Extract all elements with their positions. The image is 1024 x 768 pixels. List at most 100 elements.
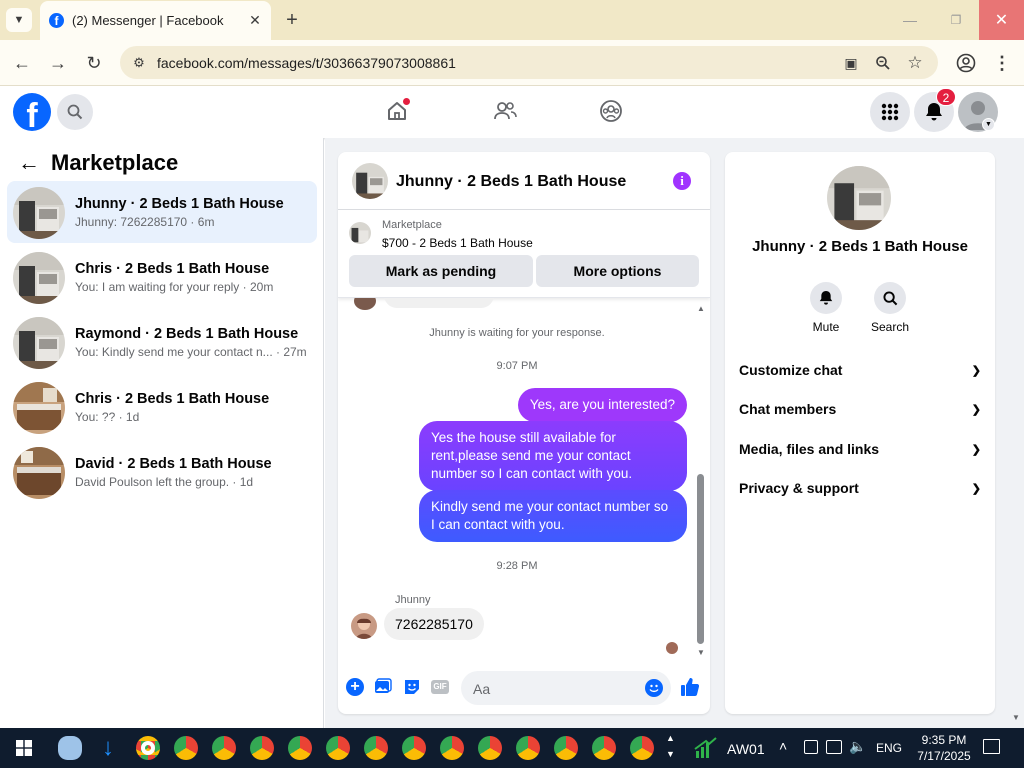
- conversation-name: Raymond · 2 Beds 1 Bath House: [75, 326, 299, 342]
- conversation-item-jhunny[interactable]: Jhunny · 2 Beds 1 Bath House Jhunny: 726…: [7, 181, 317, 243]
- conversation-item-chris-2[interactable]: Chris · 2 Beds 1 Bath House You: ?? · 1d: [7, 376, 317, 438]
- taskbar-scroll-icon[interactable]: ▲ ▼: [666, 730, 675, 762]
- chrome-profile-icon[interactable]: [554, 736, 578, 760]
- mark-as-pending-button[interactable]: Mark as pending: [349, 255, 533, 287]
- back-icon[interactable]: ←: [10, 51, 34, 75]
- chrome-profile-icon[interactable]: [516, 736, 540, 760]
- chrome-profile-icon[interactable]: [402, 736, 426, 760]
- info-icon[interactable]: i: [673, 172, 691, 190]
- network-icon[interactable]: [826, 740, 842, 754]
- chat-avatar[interactable]: [352, 163, 388, 199]
- conversation-name: Chris · 2 Beds 1 Bath House: [75, 261, 270, 277]
- chrome-profile-icon[interactable]: [592, 736, 616, 760]
- language-indicator[interactable]: ENG: [876, 741, 902, 755]
- gif-icon[interactable]: GIF: [431, 680, 449, 694]
- chat-title[interactable]: Jhunny · 2 Beds 1 Bath House: [396, 173, 626, 191]
- sender-avatar[interactable]: [351, 613, 377, 639]
- conversation-item-david[interactable]: David · 2 Beds 1 Bath House David Poulso…: [7, 441, 317, 503]
- minimize-icon[interactable]: —: [896, 8, 924, 32]
- incoming-message[interactable]: 7262285170: [384, 608, 484, 640]
- chrome-profile-icon[interactable]: [288, 736, 312, 760]
- message-list[interactable]: Jhunny is waiting for your response. 9:0…: [338, 298, 710, 660]
- listing-thumb-small[interactable]: [349, 222, 371, 244]
- clock-time[interactable]: 9:35 PM: [912, 733, 976, 747]
- chat-members-section[interactable]: Chat members ❯: [739, 396, 981, 422]
- back-arrow-icon[interactable]: ←: [16, 150, 42, 176]
- paint-app-icon[interactable]: [58, 736, 82, 760]
- start-windows-icon[interactable]: [16, 740, 32, 756]
- outgoing-message[interactable]: Yes, are you interested?: [517, 388, 687, 422]
- volume-icon[interactable]: 🔈: [849, 738, 866, 755]
- tray-chevron-up-icon[interactable]: ˄: [779, 738, 787, 754]
- info-title: Jhunny · 2 Beds 1 Bath House: [752, 238, 968, 255]
- zoom-icon[interactable]: [872, 52, 894, 74]
- privacy-support-section[interactable]: Privacy & support ❯: [739, 475, 981, 501]
- emoji-icon[interactable]: [645, 679, 663, 697]
- conversation-item-chris[interactable]: Chris · 2 Beds 1 Bath House You: I am wa…: [7, 246, 317, 308]
- action-center-icon[interactable]: [983, 739, 1000, 754]
- new-tab-icon[interactable]: +: [280, 8, 304, 32]
- customize-chat-section[interactable]: Customize chat ❯: [739, 357, 981, 383]
- bookmark-star-icon[interactable]: ☆: [904, 52, 926, 74]
- scroll-up-icon[interactable]: ▲: [697, 304, 705, 313]
- conversation-item-raymond[interactable]: Raymond · 2 Beds 1 Bath House You: Kindl…: [7, 311, 317, 373]
- info-avatar[interactable]: [827, 166, 891, 230]
- more-options-button[interactable]: More options: [536, 255, 699, 287]
- restore-icon[interactable]: ❐: [942, 8, 970, 32]
- chrome-profile-icon[interactable]: [326, 736, 350, 760]
- listing-detail[interactable]: $700 - 2 Beds 1 Bath House: [382, 236, 533, 250]
- mute-button[interactable]: Mute: [803, 282, 849, 334]
- account-chevron-icon[interactable]: ▼: [982, 118, 995, 131]
- download-app-icon[interactable]: ↓: [98, 734, 118, 761]
- chrome-profile-icon[interactable]: [630, 736, 654, 760]
- chrome-profile-icon[interactable]: [440, 736, 464, 760]
- groups-icon[interactable]: [598, 98, 624, 124]
- photo-icon[interactable]: [374, 678, 392, 696]
- listing-thumbnail: [13, 187, 65, 239]
- chrome-profile-icon[interactable]: [212, 736, 236, 760]
- outgoing-message[interactable]: Kindly send me your contact number so I …: [419, 490, 687, 542]
- chrome-profile-icon[interactable]: [250, 736, 274, 760]
- omnibox[interactable]: ⚙ facebook.com/messages/t/30366379073008…: [120, 46, 938, 79]
- page-scroll-down-icon[interactable]: ▼: [1012, 713, 1020, 722]
- close-window-icon[interactable]: ✕: [979, 0, 1024, 40]
- chrome-profile-icon[interactable]: [174, 736, 198, 760]
- profile-icon[interactable]: [954, 51, 978, 75]
- reload-icon[interactable]: ↻: [82, 51, 106, 75]
- browser-tab-bar: ▼ f (2) Messenger | Facebook ✕ + — ❐ ✕: [0, 0, 1024, 40]
- outgoing-message[interactable]: Yes the house still available for rent,p…: [419, 421, 687, 491]
- clock-date[interactable]: 7/17/2025: [912, 749, 976, 763]
- menu-kebab-icon[interactable]: ⋮: [990, 51, 1014, 75]
- conversation-name: Chris · 2 Beds 1 Bath House: [75, 391, 270, 407]
- chrome-profile-icon[interactable]: [136, 736, 160, 760]
- stock-widget-icon[interactable]: [694, 737, 718, 759]
- media-files-links-section[interactable]: Media, files and links ❯: [739, 436, 981, 462]
- conversation-preview: You: Kindly send me your contact n... · …: [75, 345, 307, 359]
- scrollbar-thumb[interactable]: [697, 474, 704, 644]
- search-icon[interactable]: [57, 94, 93, 130]
- message-scrollbar[interactable]: ▲ ▼: [696, 304, 706, 657]
- sticker-icon[interactable]: [403, 678, 421, 696]
- like-thumb-icon[interactable]: [679, 676, 701, 698]
- message-input[interactable]: Aa: [461, 671, 671, 705]
- tab-search-dropdown-icon[interactable]: ▼: [6, 8, 32, 32]
- chrome-profile-icon[interactable]: [364, 736, 388, 760]
- facebook-logo-icon[interactable]: f: [13, 93, 51, 131]
- chrome-profile-icon[interactable]: [478, 736, 502, 760]
- menu-grid-icon[interactable]: [870, 92, 910, 132]
- tab-close-icon[interactable]: ✕: [246, 11, 264, 29]
- scroll-down-icon[interactable]: ▼: [697, 648, 705, 657]
- friends-icon[interactable]: [492, 98, 518, 124]
- bell-icon: [810, 282, 842, 314]
- browser-tab[interactable]: f (2) Messenger | Facebook ✕: [40, 1, 271, 40]
- facebook-header: f 2 ▼: [0, 86, 1024, 138]
- install-app-icon[interactable]: ▣: [840, 52, 862, 74]
- forward-icon[interactable]: →: [46, 51, 70, 75]
- site-settings-icon[interactable]: ⚙: [128, 52, 150, 74]
- url-text[interactable]: facebook.com/messages/t/3036637907300886…: [157, 55, 456, 71]
- tray-label[interactable]: AW01: [727, 741, 765, 757]
- plus-icon[interactable]: +: [346, 678, 364, 696]
- chevron-down-icon: ❯: [971, 443, 981, 456]
- tray-device-icon[interactable]: [804, 740, 818, 754]
- search-in-chat-button[interactable]: Search: [867, 282, 913, 334]
